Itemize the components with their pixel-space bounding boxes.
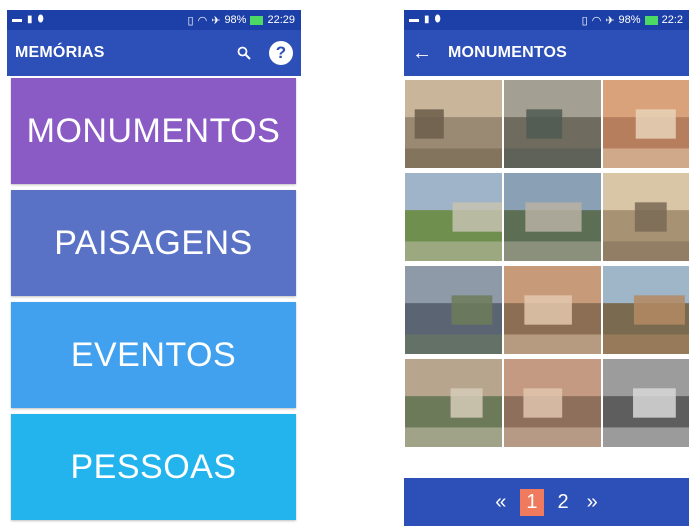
photo-thumbnail-school-building[interactable]: [405, 173, 502, 261]
left-screen: ▬ ▮ ⬮ ▯ ◠ ✈ 98% 22:29 MEMÓRIAS ? MONUMEN…: [7, 10, 301, 526]
document-icon: ▮: [27, 14, 33, 25]
photo-thumbnail-aerial-town-view[interactable]: [504, 173, 601, 261]
search-icon: [237, 46, 251, 60]
battery-icon: [250, 15, 264, 25]
page-1-button[interactable]: 1: [520, 488, 544, 516]
photo-image: [504, 266, 601, 354]
airplane-icon: ✈: [605, 14, 615, 27]
category-button-paisagens[interactable]: PAISAGENS: [11, 190, 296, 296]
back-arrow-icon: ←: [412, 41, 432, 64]
clock: 22:2: [661, 14, 683, 26]
photo-image: [504, 173, 601, 261]
category-button-monumentos[interactable]: MONUMENTOS: [11, 78, 296, 184]
pin-icon: ⬮: [434, 14, 441, 25]
category-menu: MONUMENTOS PAISAGENS EVENTOS PESSOAS: [7, 76, 301, 520]
app-bar: ← MONUMENTOS: [404, 30, 689, 76]
pagination: « 1 2 »: [404, 478, 689, 526]
wifi-icon: ◠: [197, 14, 208, 27]
photo-thumbnail-river-bridge-aerial[interactable]: [405, 266, 502, 354]
page-title: MEMÓRIAS: [15, 44, 105, 61]
photo-thumbnail-building-with-people[interactable]: [405, 80, 502, 168]
battery-percent: 98%: [618, 14, 641, 26]
photo-thumbnail-river-with-boat[interactable]: [504, 80, 601, 168]
app-bar: MEMÓRIAS ?: [7, 30, 301, 76]
page-title: MONUMENTOS: [448, 44, 568, 61]
photo-thumbnail-field-with-trees[interactable]: [603, 266, 689, 354]
photo-image: [405, 266, 502, 354]
vibrate-icon: ▯: [187, 14, 194, 27]
next-page-button[interactable]: »: [583, 491, 602, 514]
photo-image: [405, 80, 502, 168]
clock: 22:29: [267, 14, 295, 26]
photo-thumbnail-industrial-interior[interactable]: [603, 359, 689, 447]
right-screen: ▬ ▮ ⬮ ▯ ◠ ✈ 98% 22:2 ← MONUMENTOS « 1 2 …: [404, 10, 689, 526]
photo-thumbnail-people-by-building[interactable]: [405, 359, 502, 447]
status-bar: ▬ ▮ ⬮ ▯ ◠ ✈ 98% 22:29: [7, 10, 301, 30]
photo-image: [504, 80, 601, 168]
document-icon: ▮: [424, 14, 430, 25]
wifi-icon: ◠: [591, 14, 602, 27]
prev-page-button[interactable]: «: [491, 491, 510, 514]
photo-image: [405, 359, 502, 447]
photo-image: [405, 173, 502, 261]
photo-image: [603, 173, 689, 261]
category-button-pessoas[interactable]: PESSOAS: [11, 414, 296, 520]
page-2-button[interactable]: 2: [554, 491, 573, 514]
battery-percent: 98%: [224, 14, 247, 26]
photo-image: [504, 359, 601, 447]
battery-icon: [644, 15, 658, 25]
photo-thumbnail-parade-march[interactable]: [603, 173, 689, 261]
status-bar: ▬ ▮ ⬮ ▯ ◠ ✈ 98% 22:2: [404, 10, 689, 30]
pin-icon: ⬮: [37, 14, 44, 25]
photo-image: [603, 266, 689, 354]
photo-grid: [404, 76, 689, 447]
message-icon: ▬: [409, 14, 419, 25]
back-button[interactable]: ←: [412, 42, 432, 65]
airplane-icon: ✈: [211, 14, 221, 27]
help-icon: ?: [275, 43, 287, 62]
photo-image: [603, 359, 689, 447]
help-button[interactable]: ?: [269, 41, 293, 65]
photo-thumbnail-waterfront-town[interactable]: [603, 80, 689, 168]
photo-thumbnail-girl-on-bicycle[interactable]: [504, 266, 601, 354]
vibrate-icon: ▯: [581, 14, 588, 27]
search-button[interactable]: [233, 42, 255, 64]
photo-image: [603, 80, 689, 168]
message-icon: ▬: [12, 14, 22, 25]
category-button-eventos[interactable]: EVENTOS: [11, 302, 296, 408]
photo-thumbnail-street-with-car[interactable]: [504, 359, 601, 447]
